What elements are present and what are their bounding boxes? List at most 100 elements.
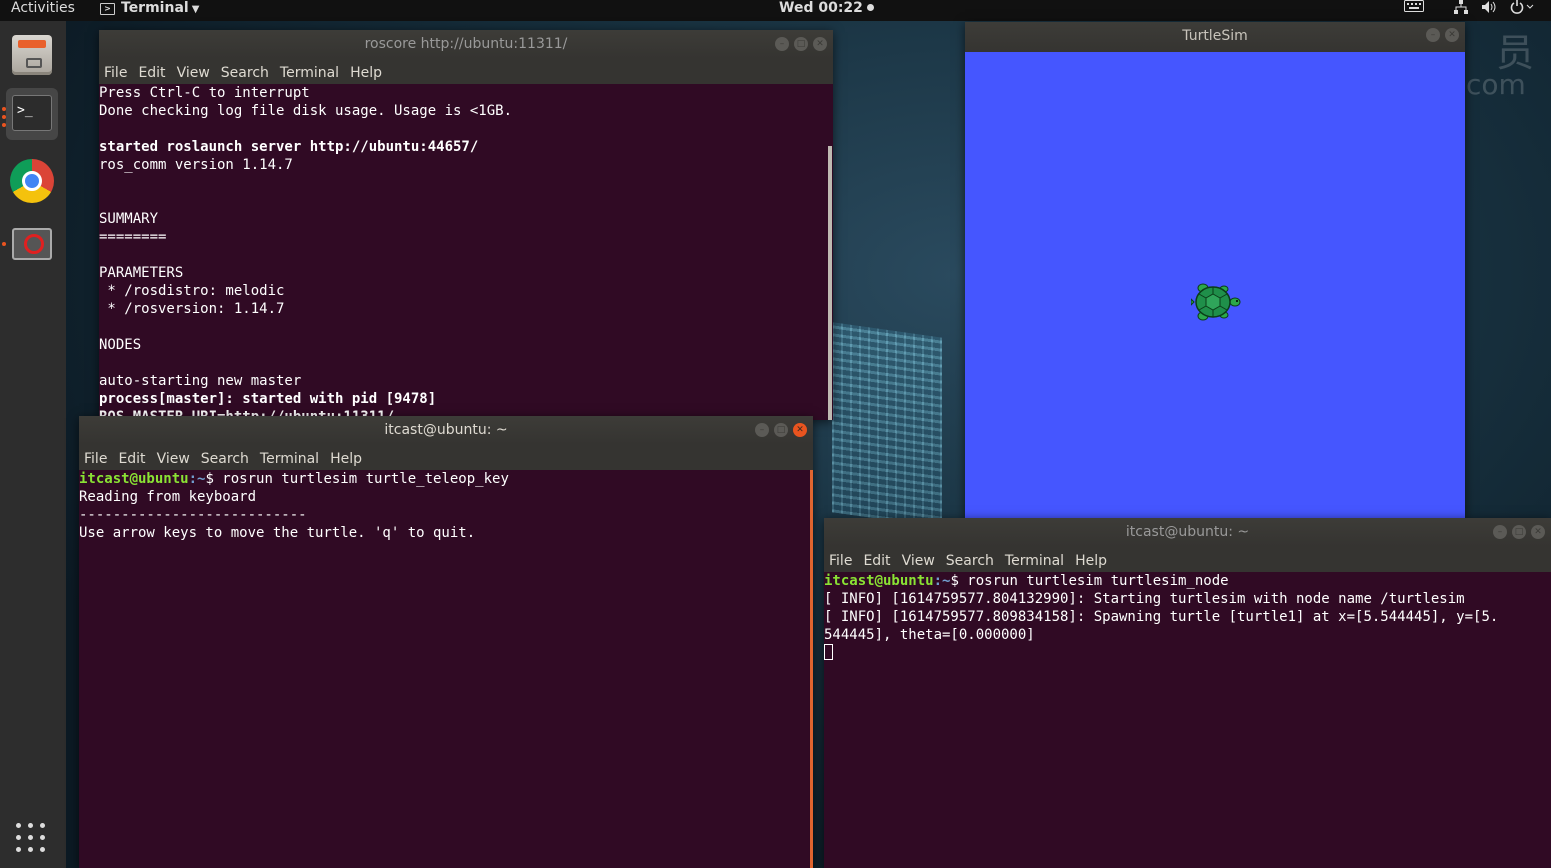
menubar: File Edit View Search Terminal Help [99,58,833,84]
output-line: PARAMETERS [99,265,184,281]
clock-button[interactable]: Wed 00:22 [779,0,874,16]
terminal-output[interactable]: itcast@ubuntu:~$ rosrun turtlesim turtle… [824,572,1551,868]
output-line: SUMMARY [99,211,159,227]
activities-button[interactable]: Activities [11,0,75,17]
window-title: TurtleSim [1182,28,1248,44]
output-line: auto-starting new master [99,373,302,389]
output-line: Done checking log file disk usage. Usage… [99,103,513,119]
menu-search[interactable]: Search [946,553,994,569]
window-titlebar[interactable]: TurtleSim – ✕ [965,22,1465,52]
turtle-canvas [965,52,1465,518]
dock-blocked-app[interactable] [6,219,58,271]
maximize-icon[interactable]: □ [794,37,808,51]
roscore-terminal-window[interactable]: roscore http://ubuntu:11311/ – □ ✕ File Edi… [99,30,833,420]
app-menu-label: Terminal [121,0,189,16]
menu-help[interactable]: Help [330,451,362,467]
command-line: itcast@ubuntu:~$ rosrun turtlesim turtle… [824,572,1551,590]
close-icon[interactable]: ✕ [793,423,807,437]
menu-view[interactable]: View [157,451,190,467]
turtlesim-window[interactable]: TurtleSim – ✕ [965,22,1465,518]
menu-file[interactable]: File [84,451,107,467]
minimize-icon[interactable]: – [755,423,769,437]
maximize-icon[interactable]: □ [1512,525,1526,539]
volume-icon[interactable] [1481,0,1498,16]
terminal-output[interactable]: Press Ctrl-C to interrupt Done checking l… [99,84,833,420]
terminal-icon: >_ [12,95,52,131]
turtle-icon [1191,283,1241,321]
output-line: Press Ctrl-C to interrupt [99,85,310,101]
window-titlebar[interactable]: itcast@ubuntu: ~ – □ ✕ [824,518,1551,546]
output-line: NODES [99,337,142,353]
dock: >_ [0,21,66,868]
output-line: Reading from keyboard [79,489,257,505]
output-line [99,192,833,210]
close-icon[interactable]: ✕ [1531,525,1545,539]
app-menu-button[interactable]: > Terminal ▼ [100,0,199,18]
output-line: ======== [99,229,167,245]
menu-terminal[interactable]: Terminal [260,451,319,467]
blocked-app-icon [12,228,52,260]
menu-search[interactable]: Search [201,451,249,467]
window-title: roscore http://ubuntu:11311/ [364,36,568,52]
output-line [99,174,833,192]
scrollbar[interactable] [828,146,832,420]
menu-file[interactable]: File [829,553,852,569]
command-line: itcast@ubuntu:~$ rosrun turtlesim turtle… [79,470,813,488]
window-titlebar[interactable]: roscore http://ubuntu:11311/ – □ ✕ [99,30,833,58]
menu-edit[interactable]: Edit [863,553,890,569]
teleop-terminal-window[interactable]: itcast@ubuntu: ~ – □ ✕ File Edit View Search T… [79,416,813,868]
dock-chrome[interactable] [6,155,58,207]
prompt-path: :~ [933,573,951,589]
window-title: itcast@ubuntu: ~ [1125,524,1250,540]
cursor-line [824,644,1551,662]
terminal-small-icon: > [100,3,115,15]
output-line: [ INFO] [1614759577.809834158]: Spawning… [824,609,1499,625]
prompt-user: itcast@ubuntu [824,573,934,589]
chrome-icon [10,159,54,203]
menubar: File Edit View Search Terminal Help [79,444,813,470]
output-line: [ INFO] [1614759577.804132990]: Starting… [824,591,1465,607]
menu-edit[interactable]: Edit [138,65,165,81]
watermark-text: com [1466,68,1526,101]
dock-terminal[interactable]: >_ [6,88,58,140]
text-cursor [824,644,833,660]
menubar: File Edit View Search Terminal Help [824,546,1551,572]
output-line: started roslaunch server http://ubuntu:4… [99,139,479,155]
minimize-icon[interactable]: – [1493,525,1507,539]
clock-label: Wed 00:22 [779,0,863,16]
output-line: ros_comm version 1.14.7 [99,157,293,173]
maximize-icon[interactable]: □ [774,423,788,437]
window-titlebar[interactable]: itcast@ubuntu: ~ – □ ✕ [79,416,813,444]
dock-files[interactable] [6,29,58,81]
output-line: Use arrow keys to move the turtle. 'q' t… [79,525,476,541]
output-line [99,246,833,264]
caret-down-icon: ▼ [191,4,200,15]
menu-search[interactable]: Search [221,65,269,81]
menu-edit[interactable]: Edit [118,451,145,467]
show-applications-icon[interactable] [16,823,48,855]
terminal-output[interactable]: itcast@ubuntu:~$ rosrun turtlesim turtle… [79,470,813,868]
output-lines: Press Ctrl-C to interrupt Done checking l… [99,84,833,420]
menu-file[interactable]: File [104,65,127,81]
menu-help[interactable]: Help [1075,553,1107,569]
menu-view[interactable]: View [902,553,935,569]
minimize-icon[interactable]: – [1426,28,1440,42]
wallpaper-structure [832,322,942,528]
network-icon[interactable] [1453,0,1469,16]
menu-view[interactable]: View [177,65,210,81]
output-line: * /rosdistro: melodic [99,283,285,299]
menu-terminal[interactable]: Terminal [280,65,339,81]
output-line: 544445], theta=[0.000000] [824,627,1035,643]
node-terminal-window[interactable]: itcast@ubuntu: ~ – □ ✕ File Edit View Search T… [824,518,1551,868]
output-line: --------------------------- [79,507,307,523]
menu-terminal[interactable]: Terminal [1005,553,1064,569]
minimize-icon[interactable]: – [775,37,789,51]
close-icon[interactable]: ✕ [1445,28,1459,42]
menu-help[interactable]: Help [350,65,382,81]
power-icon[interactable] [1510,0,1534,16]
output-line: process[master]: started with pid [9478] [99,391,437,407]
output-line [99,120,833,138]
keyboard-icon[interactable] [1404,0,1424,16]
watermark: 员 com [1466,22,1551,102]
close-icon[interactable]: ✕ [813,37,827,51]
